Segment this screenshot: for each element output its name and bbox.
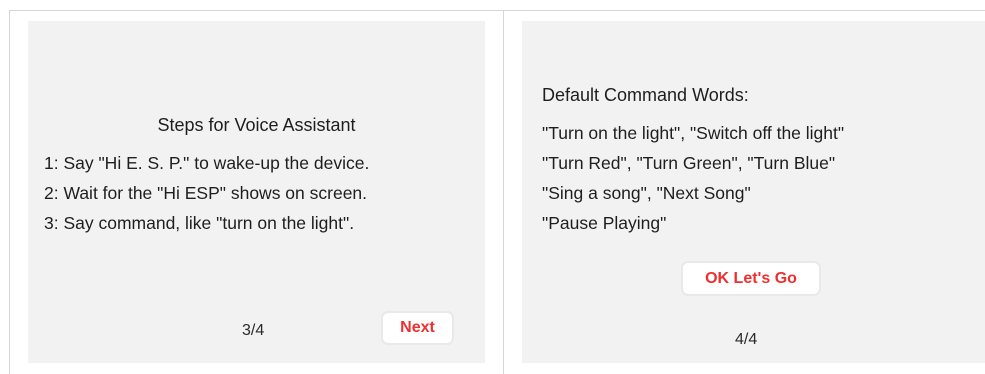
step-item: 2: Wait for the "Hi ESP" shows on screen… — [44, 183, 368, 203]
commands-title: Default Command Words: — [542, 85, 749, 105]
commands-list: "Turn on the light", "Switch off the lig… — [542, 118, 844, 238]
default-commands-screen: Default Command Words: "Turn on the ligh… — [522, 21, 985, 363]
steps-title: Steps for Voice Assistant — [157, 115, 356, 135]
command-item: "Turn on the light", "Switch off the lig… — [542, 123, 845, 143]
ok-lets-go-button[interactable]: OK Let's Go — [681, 261, 821, 296]
step-item: 1: Say "Hi E. S. P." to wake-up the devi… — [44, 153, 370, 173]
panel-divider — [503, 10, 504, 374]
page-indicator: 4/4 — [735, 331, 758, 348]
command-item: "Pause Playing" — [542, 213, 667, 233]
step-item: 3: Say command, like "turn on the light"… — [44, 213, 355, 233]
command-item: "Sing a song", "Next Song" — [542, 183, 751, 203]
page-indicator: 3/4 — [242, 322, 265, 339]
voice-assistant-steps-screen: Steps for Voice Assistant 1: Say "Hi E. … — [28, 21, 485, 363]
next-button[interactable]: Next — [381, 311, 454, 345]
command-item: "Turn Red", "Turn Green", "Turn Blue" — [542, 153, 836, 173]
steps-list: 1: Say "Hi E. S. P." to wake-up the devi… — [44, 148, 369, 238]
